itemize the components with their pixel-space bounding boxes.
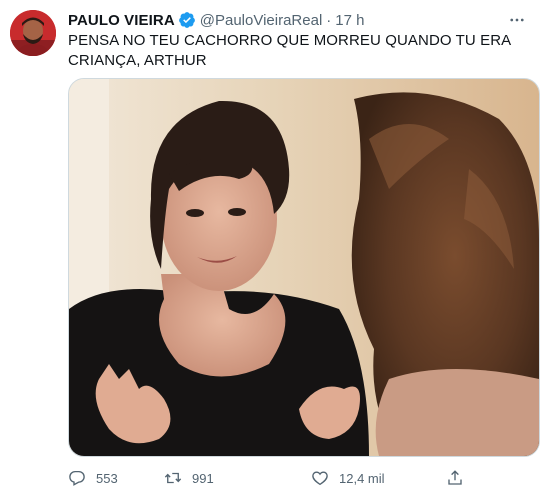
- tweet-card[interactable]: PAULO VIEIRA @PauloVieiraReal · 17 h PEN…: [0, 0, 542, 498]
- more-options-icon[interactable]: [506, 9, 528, 31]
- avatar-image: [10, 10, 56, 56]
- share-icon: [448, 470, 462, 485]
- reply-count: 553: [96, 470, 118, 486]
- photo-woman-mirror: [69, 79, 539, 456]
- author-handle[interactable]: @PauloVieiraReal: [200, 12, 323, 29]
- tweet-image[interactable]: [68, 78, 540, 457]
- reply-button[interactable]: 553: [68, 469, 118, 487]
- avatar[interactable]: [10, 10, 56, 56]
- like-button[interactable]: 12,4 mil: [311, 469, 385, 487]
- tweet-timestamp[interactable]: 17 h: [335, 12, 364, 29]
- share-button[interactable]: [446, 469, 474, 487]
- author-name[interactable]: PAULO VIEIRA: [68, 12, 175, 29]
- separator-dot: ·: [326, 11, 332, 29]
- retweet-button[interactable]: 991: [164, 469, 214, 487]
- like-count: 12,4 mil: [339, 470, 385, 486]
- retweet-icon: [164, 472, 182, 484]
- heart-icon: [312, 471, 328, 486]
- tweet-text: PENSA NO TEU CACHORRO QUE MORREU QUANDO …: [68, 32, 511, 69]
- tweet-header: PAULO VIEIRA @PauloVieiraReal · 17 h: [68, 9, 528, 31]
- reply-icon: [69, 470, 85, 486]
- tweet-actions: 553 991 12,4 mil: [68, 463, 468, 493]
- verified-badge-icon: [178, 11, 196, 29]
- retweet-count: 991: [192, 470, 214, 486]
